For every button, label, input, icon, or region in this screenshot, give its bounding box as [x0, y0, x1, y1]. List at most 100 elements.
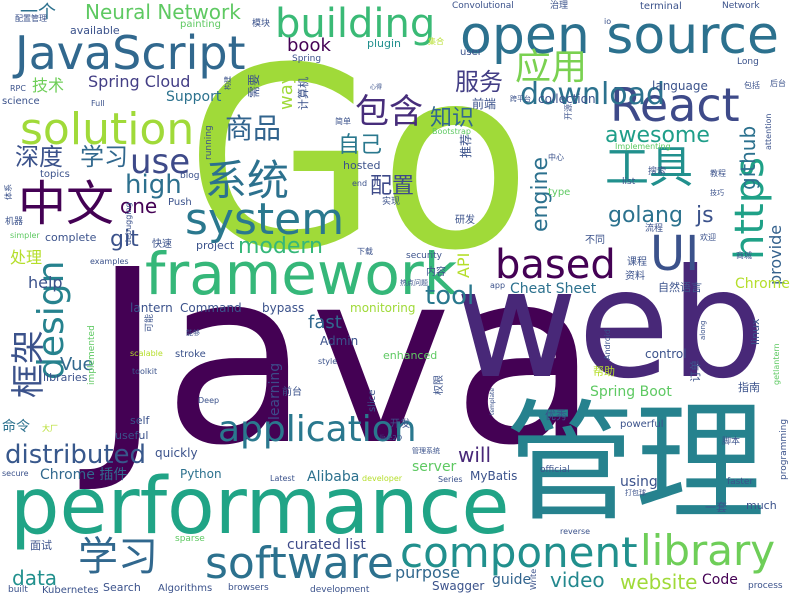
word-monitoring: monitoring — [350, 301, 416, 315]
word-modern: modern — [238, 234, 323, 259]
word-peizhi: 配置 — [370, 174, 415, 199]
word-mokuai: 模块 — [252, 19, 271, 29]
word-useful: useful — [115, 429, 149, 442]
word-user: user — [460, 47, 482, 58]
word-jiandan: 简单 — [335, 117, 351, 126]
word-curated-list: curated list — [287, 537, 366, 553]
word-shangcheng: 商城 — [736, 251, 752, 260]
word-cheat-sheet: Cheat Sheet — [510, 281, 597, 297]
word-using: using — [620, 474, 658, 490]
word-much: much — [746, 499, 777, 512]
word-quanxian: 权限 — [434, 375, 445, 395]
word-tool: tool — [425, 281, 475, 311]
word-kaifa: 开发 — [390, 419, 410, 430]
word-book: book — [287, 35, 331, 56]
word-alibaba: Alibaba — [307, 469, 360, 485]
word-ziji: 自己 — [338, 133, 383, 158]
word-enhanced: enhanced — [383, 349, 438, 362]
word-type: type — [548, 187, 571, 198]
word-terminal: terminal — [640, 1, 682, 12]
word-science: science — [2, 96, 40, 107]
word-dingdan: 订单 — [689, 360, 702, 382]
word-admin: Admin — [320, 334, 359, 348]
word-template: template — [489, 387, 496, 415]
word-network: Network — [722, 1, 760, 11]
word-help: help — [28, 273, 63, 292]
word-lantern: lantern — [130, 301, 173, 315]
word-code: Code — [702, 572, 738, 588]
word-app: app — [490, 281, 506, 290]
word-reverse: reverse — [560, 527, 591, 536]
word-js: js — [696, 203, 714, 228]
word-cloud: Java Go web 管理 performance open source J… — [0, 0, 800, 600]
word-slice: slice — [367, 389, 378, 412]
word-open-source: open source — [460, 6, 779, 66]
word-style: style — [318, 357, 338, 366]
word-debugging: debugging — [124, 202, 133, 245]
word-website: website — [620, 570, 698, 594]
word-io: io — [604, 17, 612, 26]
word-will: will — [458, 443, 492, 467]
word-guanli-xitong: 管理系统 — [412, 447, 440, 455]
word-painting: painting — [180, 19, 221, 30]
word-xuexi-small: 学习 — [80, 143, 128, 171]
word-mingling: 命令 — [2, 419, 30, 435]
word-zhongxin: 中心 — [548, 153, 564, 162]
word-live2d: live2D — [380, 434, 403, 442]
word-end: end — [352, 179, 368, 188]
word-nenggou-small: 能够 — [186, 329, 200, 337]
word-qiantai: 前台 — [282, 387, 302, 398]
word-kecheng: 课程 — [627, 257, 647, 268]
word-application: application — [218, 409, 417, 450]
word-houtai: 后台 — [770, 79, 786, 88]
word-write: Write — [529, 568, 538, 590]
word-getlantern: getlantern — [772, 343, 781, 385]
word-attention: attention — [764, 113, 773, 151]
word-hosted: hosted — [343, 159, 381, 172]
word-convolutional: Convolutional — [452, 1, 514, 11]
word-simpler: simpler — [10, 231, 40, 240]
word-xitong: 系统 — [205, 156, 290, 205]
word-command: Command — [180, 301, 242, 315]
word-api: API — [454, 252, 473, 278]
word-programming: programming — [779, 418, 789, 480]
word-swagger: Swagger — [432, 579, 485, 593]
word-youxiu: 优秀 — [545, 409, 567, 422]
word-jiaoben: 脚本 — [722, 437, 741, 447]
word-library: library — [640, 526, 776, 575]
word-bangzhu: 帮助 — [593, 365, 615, 378]
word-search: Search — [103, 581, 141, 594]
word-sousuo: 搜索 — [648, 167, 667, 177]
word-series: Series — [438, 475, 463, 484]
word-tuijian: 推荐 — [459, 133, 473, 158]
word-shendu: 深度 — [15, 143, 63, 171]
word-jihe: 集合 — [428, 37, 444, 46]
word-peizhi-guanli: 配置管理 — [15, 14, 47, 23]
word-javascript: JavaScript — [15, 26, 246, 80]
word-xuyao: 需要 — [247, 73, 261, 98]
word-full: Full — [91, 99, 105, 108]
word-bypass: bypass — [262, 301, 305, 315]
word-butong: 不同 — [585, 235, 605, 246]
word-ziliao: 资料 — [625, 271, 645, 282]
word-shangpin: 商品 — [225, 112, 282, 145]
word-security: security — [406, 251, 442, 261]
word-kuangjia: 框架 — [9, 330, 49, 398]
word-chrome-plugin: Chrome 插件 — [40, 467, 128, 483]
word-language: language — [652, 79, 708, 93]
word-developer: developer — [362, 474, 403, 483]
word-learning: learning — [267, 362, 283, 420]
word-liucheng: 流程 — [645, 224, 664, 234]
word-xinde: 心得 — [370, 84, 383, 91]
word-huanying: 欢迎 — [700, 233, 716, 242]
word-qianduan: 前端 — [472, 97, 497, 111]
word-based: based — [495, 242, 616, 288]
word-control: control — [645, 347, 687, 361]
word-project: project — [196, 239, 235, 252]
word-list: list — [622, 177, 636, 187]
word-examples: examples — [90, 257, 129, 266]
word-baokuo: 包括 — [744, 81, 760, 90]
word-zhinan: 指南 — [738, 381, 760, 394]
word-tixi: 体系 — [4, 184, 13, 200]
word-fast: fast — [308, 312, 342, 333]
